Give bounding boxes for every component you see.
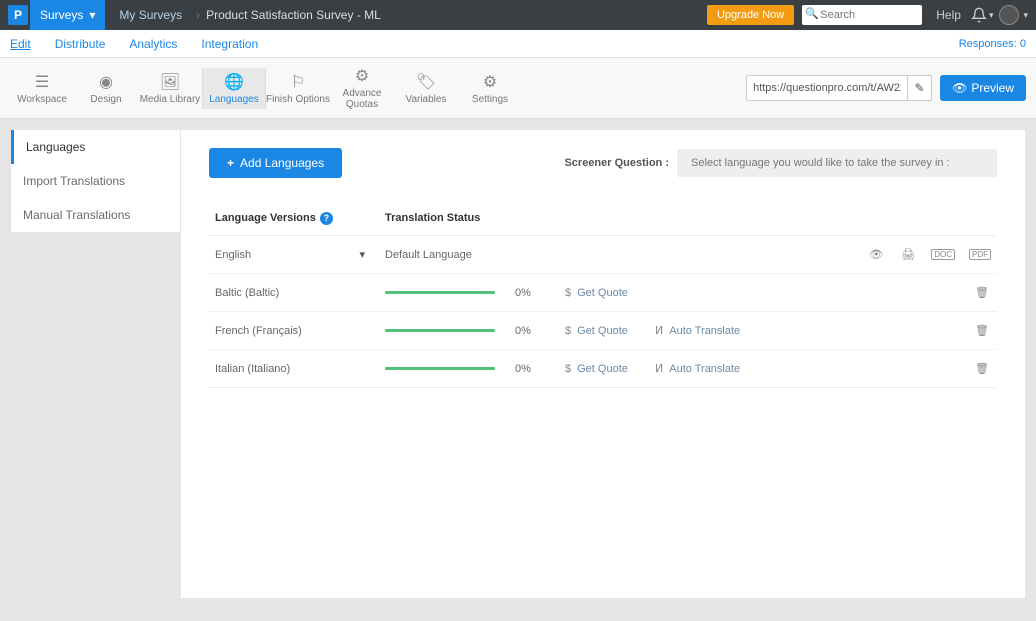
survey-url-box: ✎ (746, 75, 932, 101)
dollar-icon: $ (565, 287, 571, 299)
tab-analytics[interactable]: Analytics (129, 31, 177, 57)
delete-button[interactable]: 🗑 (973, 324, 991, 337)
search-icon: 🔍 (805, 7, 819, 20)
caret-down-icon: ▾ (989, 10, 994, 21)
survey-url-input[interactable] (747, 82, 907, 94)
tool-finish[interactable]: ⚐Finish Options (266, 68, 330, 109)
print-icon[interactable]: 🖨 (899, 248, 917, 261)
progress-percent: 0% (515, 287, 565, 299)
settings-icon: ⚙ (458, 72, 522, 92)
tool-variables[interactable]: 🏷Variables (394, 68, 458, 109)
get-quote-link[interactable]: $Get Quote (565, 287, 655, 299)
tab-distribute[interactable]: Distribute (55, 31, 106, 57)
content-panel: +Add Languages Screener Question : Selec… (180, 129, 1026, 599)
sidebar-item-manual[interactable]: Manual Translations (11, 198, 180, 232)
export-pdf-button[interactable]: PDF (969, 249, 991, 260)
language-name: French (Français) (215, 325, 302, 337)
progress-bar (385, 367, 495, 370)
surveys-label: Surveys (40, 8, 83, 22)
language-name: Italian (Italiano) (215, 363, 290, 375)
auto-translate-link[interactable]: ⵍAuto Translate (655, 324, 795, 337)
design-icon: ◉ (74, 72, 138, 92)
screener-question-box[interactable]: Select language you would like to take t… (677, 149, 997, 177)
responses-count[interactable]: Responses: 0 (959, 38, 1026, 50)
avatar (999, 5, 1019, 25)
table-header: Language Versions? Translation Status (209, 202, 997, 236)
add-languages-button[interactable]: +Add Languages (209, 148, 342, 178)
table-row: Italian (Italiano) 0% $Get Quote ⵍAuto T… (209, 350, 997, 388)
table-row: French (Français) 0% $Get Quote ⵍAuto Tr… (209, 312, 997, 350)
page-title: Product Satisfaction Survey - ML (200, 8, 381, 22)
progress-bar (385, 329, 495, 332)
screener-label: Screener Question : (564, 157, 669, 169)
sidebar-item-languages[interactable]: Languages (11, 130, 180, 164)
translate-icon: ⵍ (655, 362, 663, 375)
search-container: 🔍 (802, 5, 922, 25)
auto-translate-link[interactable]: ⵍAuto Translate (655, 362, 795, 375)
progress-bar (385, 291, 495, 294)
default-lang-label: Default Language (385, 249, 515, 261)
tab-integration[interactable]: Integration (201, 31, 258, 57)
surveys-dropdown[interactable]: Surveys ▾ (30, 0, 105, 30)
help-link[interactable]: Help (936, 8, 961, 22)
language-dropdown[interactable]: ▾ (359, 248, 365, 261)
progress-percent: 0% (515, 363, 565, 375)
finish-icon: ⚐ (266, 72, 330, 92)
table-row: Baltic (Baltic) 0% $Get Quote 🗑 (209, 274, 997, 312)
delete-button[interactable]: 🗑 (973, 286, 991, 299)
media-icon: 🖼 (138, 72, 202, 92)
tool-languages[interactable]: 🌐Languages (202, 68, 266, 109)
tab-edit[interactable]: Edit (10, 31, 31, 57)
preview-icon[interactable]: 👁 (867, 248, 885, 261)
th-language: Language Versions? (215, 212, 385, 225)
export-doc-button[interactable]: DOC (931, 249, 955, 260)
table-row: English ▾ Default Language 👁 🖨 DOC PDF (209, 236, 997, 274)
edit-url-button[interactable]: ✎ (907, 75, 931, 101)
translate-icon: ⵍ (655, 324, 663, 337)
topbar: P Surveys ▾ My Surveys › Product Satisfa… (0, 0, 1036, 30)
toolbar: ☰Workspace ◉Design 🖼Media Library 🌐Langu… (0, 58, 1036, 119)
tool-quotas[interactable]: ⚙Advance Quotas (330, 62, 394, 114)
breadcrumb-my-surveys[interactable]: My Surveys (105, 8, 196, 22)
search-input[interactable] (802, 5, 922, 25)
tool-media[interactable]: 🖼Media Library (138, 68, 202, 109)
upgrade-button[interactable]: Upgrade Now (707, 5, 794, 25)
quotas-icon: ⚙ (330, 66, 394, 86)
dollar-icon: $ (565, 363, 571, 375)
app-logo[interactable]: P (8, 5, 28, 25)
main-area: Languages Import Translations Manual Tra… (0, 119, 1036, 609)
preview-button[interactable]: 👁Preview (940, 75, 1026, 101)
language-name: Baltic (Baltic) (215, 287, 279, 299)
workspace-icon: ☰ (10, 72, 74, 92)
caret-down-icon: ▾ (1023, 10, 1028, 21)
tool-design[interactable]: ◉Design (74, 68, 138, 109)
get-quote-link[interactable]: $Get Quote (565, 325, 655, 337)
progress-percent: 0% (515, 325, 565, 337)
plus-icon: + (227, 156, 234, 170)
variables-icon: 🏷 (394, 72, 458, 92)
caret-down-icon: ▾ (89, 8, 95, 22)
th-status: Translation Status (385, 212, 515, 225)
language-name: English (215, 249, 251, 261)
sidebar: Languages Import Translations Manual Tra… (10, 129, 180, 233)
tool-workspace[interactable]: ☰Workspace (10, 68, 74, 109)
bell-icon (971, 7, 987, 23)
pencil-icon: ✎ (915, 81, 925, 95)
user-menu[interactable]: ▾ (997, 5, 1028, 25)
delete-button[interactable]: 🗑 (973, 362, 991, 375)
main-tabs: Edit Distribute Analytics Integration Re… (0, 30, 1036, 58)
get-quote-link[interactable]: $Get Quote (565, 363, 655, 375)
info-icon[interactable]: ? (320, 212, 333, 225)
dollar-icon: $ (565, 325, 571, 337)
sidebar-item-import[interactable]: Import Translations (11, 164, 180, 198)
content-header-row: +Add Languages Screener Question : Selec… (209, 148, 997, 178)
notifications-bell[interactable]: ▾ (971, 7, 994, 23)
languages-icon: 🌐 (203, 72, 265, 92)
tool-settings[interactable]: ⚙Settings (458, 68, 522, 109)
eye-icon: 👁 (952, 81, 967, 95)
